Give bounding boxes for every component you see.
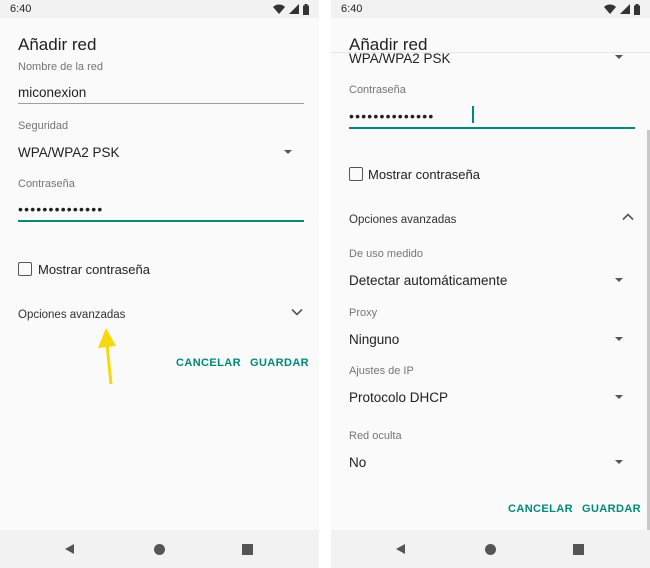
dropdown-arrow-icon xyxy=(615,395,623,399)
advanced-options-label: Opciones avanzadas xyxy=(18,309,126,321)
navigation-bar xyxy=(331,530,650,568)
back-icon[interactable] xyxy=(396,544,405,554)
signal-icon xyxy=(620,4,630,14)
dialog-title: Añadir red xyxy=(349,35,428,54)
proxy-label: Proxy xyxy=(349,307,378,319)
hidden-network-dropdown[interactable]: No xyxy=(349,454,635,472)
chevron-down-icon xyxy=(291,308,303,316)
cancel-button[interactable]: CANCELAR xyxy=(508,503,573,515)
network-name-label: Nombre de la red xyxy=(18,61,103,73)
battery-icon xyxy=(634,3,640,15)
dialog-title-bar: Añadir red xyxy=(331,18,650,54)
password-label: Contraseña xyxy=(349,84,406,96)
home-icon[interactable] xyxy=(485,544,496,555)
dialog-title: Añadir red xyxy=(18,35,97,54)
checkbox-icon xyxy=(349,167,363,181)
cancel-button[interactable]: CANCELAR xyxy=(176,357,241,369)
show-password-label: Mostrar contraseña xyxy=(368,167,480,182)
back-icon[interactable] xyxy=(65,544,74,554)
right-screen: 6:40 WPA/WPA2 PSK Añadir red Contraseña … xyxy=(331,0,650,568)
wifi-icon xyxy=(273,4,285,14)
left-screen: 6:40 Añadir red Nombre de la red miconex… xyxy=(0,0,319,568)
navigation-bar xyxy=(0,530,319,568)
recents-icon[interactable] xyxy=(573,544,584,555)
home-icon[interactable] xyxy=(154,544,165,555)
ip-settings-value: Protocolo DHCP xyxy=(349,390,449,405)
advanced-options-toggle[interactable]: Opciones avanzadas xyxy=(349,210,635,228)
dropdown-arrow-icon xyxy=(615,55,623,59)
password-input[interactable]: •••••••••••••• xyxy=(349,108,434,124)
dropdown-arrow-icon xyxy=(615,337,623,341)
annotation-arrow-icon xyxy=(98,328,116,385)
password-label: Contraseña xyxy=(18,178,75,190)
metered-dropdown[interactable]: Detectar automáticamente xyxy=(349,272,635,290)
text-cursor xyxy=(472,106,474,123)
metered-label: De uso medido xyxy=(349,248,423,260)
recents-icon[interactable] xyxy=(242,544,253,555)
status-bar: 6:40 xyxy=(331,0,650,18)
password-input[interactable]: •••••••••••••• xyxy=(18,201,103,217)
proxy-dropdown[interactable]: Ninguno xyxy=(349,331,635,349)
status-time: 6:40 xyxy=(10,3,32,15)
hidden-network-label: Red oculta xyxy=(349,430,402,442)
checkbox-icon xyxy=(18,262,32,276)
wifi-icon xyxy=(604,4,616,14)
hidden-network-value: No xyxy=(349,455,367,470)
network-name-input[interactable]: miconexion xyxy=(18,85,86,100)
security-label: Seguridad xyxy=(18,120,69,132)
status-time: 6:40 xyxy=(341,3,363,15)
status-bar: 6:40 xyxy=(0,0,319,18)
security-dropdown[interactable]: WPA/WPA2 PSK xyxy=(18,144,304,162)
show-password-checkbox[interactable]: Mostrar contraseña xyxy=(18,261,218,279)
save-button[interactable]: GUARDAR xyxy=(582,503,641,515)
security-value: WPA/WPA2 PSK xyxy=(18,145,120,160)
ip-settings-dropdown[interactable]: Protocolo DHCP xyxy=(349,389,635,407)
dropdown-arrow-icon xyxy=(615,278,623,282)
ip-settings-label: Ajustes de IP xyxy=(349,365,414,377)
dropdown-arrow-icon xyxy=(615,460,623,464)
metered-value: Detectar automáticamente xyxy=(349,273,508,288)
network-name-underline xyxy=(18,103,304,104)
advanced-options-label: Opciones avanzadas xyxy=(349,214,457,226)
show-password-label: Mostrar contraseña xyxy=(38,262,150,277)
dropdown-arrow-icon xyxy=(284,150,292,154)
show-password-checkbox[interactable]: Mostrar contraseña xyxy=(349,166,549,184)
password-underline xyxy=(18,220,304,222)
battery-icon xyxy=(303,3,309,15)
signal-icon xyxy=(289,4,299,14)
password-underline xyxy=(349,127,635,129)
save-button[interactable]: GUARDAR xyxy=(250,357,309,369)
advanced-options-toggle[interactable]: Opciones avanzadas xyxy=(18,305,304,323)
proxy-value: Ninguno xyxy=(349,332,400,347)
chevron-up-icon xyxy=(622,213,634,221)
